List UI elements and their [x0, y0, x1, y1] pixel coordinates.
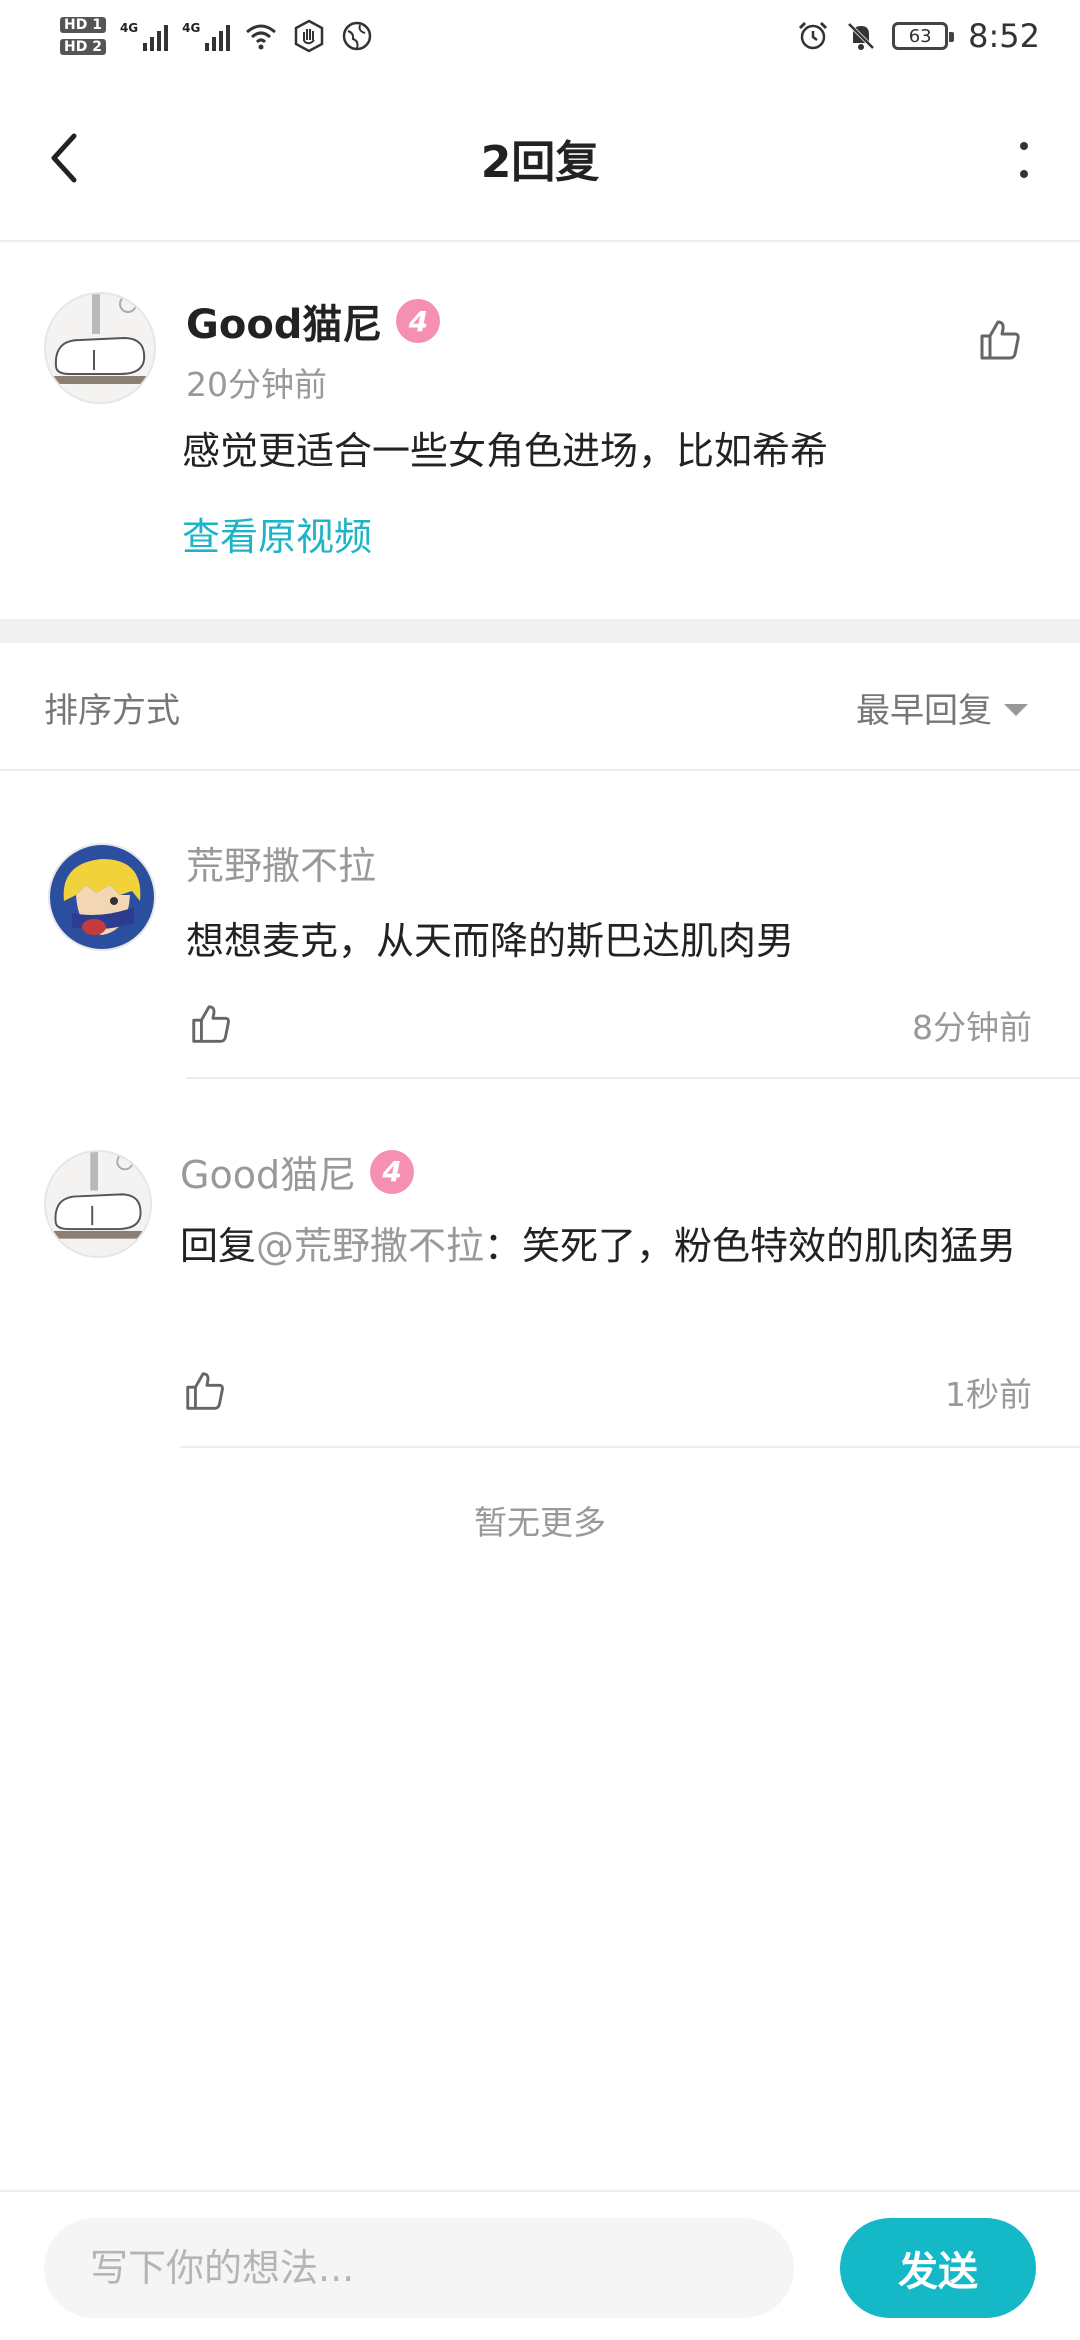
reply-time: 1秒前	[945, 1375, 1032, 1414]
row-divider	[180, 1446, 1080, 1448]
caret-down-icon	[1004, 703, 1028, 716]
signal-1-icon: 4G	[119, 21, 169, 51]
sort-label: 排序方式	[44, 691, 180, 731]
hd1-badge: HD 1	[60, 17, 106, 33]
reply-body: ：笑死了，粉色特效的肌肉猛男	[484, 1224, 1017, 1268]
page-title: 2回复	[480, 137, 600, 188]
author-name: Good猫尼	[180, 1153, 357, 1197]
hd2-badge: HD 2	[60, 39, 106, 55]
sort-bar: 排序方式 最早回复	[0, 643, 1080, 771]
hd-indicators: HD 1 HD 2	[60, 17, 106, 55]
reply-item: 荒野撒不拉 想想麦克，从天而降的斯巴达肌肉男 8分钟前	[0, 773, 1080, 1079]
avatar[interactable]	[44, 1150, 152, 1258]
mention-link[interactable]: @荒野撒不拉	[256, 1224, 484, 1268]
reply-author[interactable]: 荒野撒不拉	[186, 835, 376, 890]
clock: 8:52	[968, 17, 1040, 55]
status-bar: HD 1 HD 2 4G 4G 63 8:52	[0, 0, 1080, 72]
author-name: Good猫尼	[186, 302, 383, 348]
more-options-icon[interactable]	[1012, 138, 1036, 182]
signal-2-icon: 4G	[182, 21, 231, 51]
wifi-icon	[246, 24, 277, 50]
original-comment: Good猫尼 4 20分钟前 感觉更适合一些女角色进场，比如希希 查看原视频	[0, 244, 1080, 619]
reply-text: 回复@荒野撒不拉：笑死了，粉色特效的肌肉猛男	[180, 1216, 1040, 1276]
comment-input[interactable]	[44, 2218, 794, 2318]
reply-time: 8分钟前	[912, 1008, 1032, 1047]
reply-page: HD 1 HD 2 4G 4G 63 8:52 2回复 Good猫尼 4 20分…	[0, 0, 1080, 2340]
thumbs-up-icon[interactable]	[976, 316, 1024, 364]
top-bar: 2回复	[0, 72, 1080, 242]
sort-selected-value: 最早回复	[856, 691, 992, 731]
level-badge: 4	[370, 1149, 415, 1194]
network-type-1: 4G	[119, 21, 139, 35]
status-right: 63 8:52	[796, 17, 1040, 55]
reply-author[interactable]: Good猫尼 4	[180, 1144, 415, 1199]
cat-avatar-image	[46, 1152, 150, 1256]
reply-prefix: 回复	[180, 1224, 257, 1268]
network-type-2: 4G	[182, 21, 201, 35]
send-button[interactable]: 发送	[840, 2218, 1036, 2318]
mute-bell-icon	[847, 22, 875, 50]
globe-icon	[343, 21, 372, 51]
comment-author[interactable]: Good猫尼 4	[186, 292, 441, 350]
row-divider	[186, 1077, 1080, 1079]
sort-dropdown[interactable]: 最早回复	[856, 683, 1028, 732]
no-more-text: 暂无更多	[474, 1503, 606, 1542]
cat-avatar-image	[46, 294, 154, 402]
battery-indicator: 63	[892, 22, 955, 50]
alarm-icon	[799, 21, 828, 50]
comment-composer: 发送	[0, 2190, 1080, 2340]
section-divider	[0, 619, 1080, 643]
reply-text: 想想麦克，从天而降的斯巴达肌肉男	[186, 919, 795, 963]
comment-text: 感觉更适合一些女角色进场，比如希希	[182, 429, 829, 473]
thumbs-up-icon[interactable]	[182, 1368, 228, 1414]
status-left: HD 1 HD 2 4G 4G	[60, 17, 374, 55]
cartoon-avatar-image	[50, 845, 154, 949]
reply-item: Good猫尼 4 回复@荒野撒不拉：笑死了，粉色特效的肌肉猛男 1秒前	[0, 1080, 1080, 1448]
thumbs-up-icon[interactable]	[188, 1001, 234, 1047]
avatar[interactable]	[44, 292, 156, 404]
hand-icon	[295, 19, 324, 53]
level-badge: 4	[396, 299, 441, 343]
view-original-video-link[interactable]: 查看原视频	[182, 506, 372, 561]
comment-time: 20分钟前	[186, 365, 327, 404]
avatar[interactable]	[48, 843, 156, 951]
